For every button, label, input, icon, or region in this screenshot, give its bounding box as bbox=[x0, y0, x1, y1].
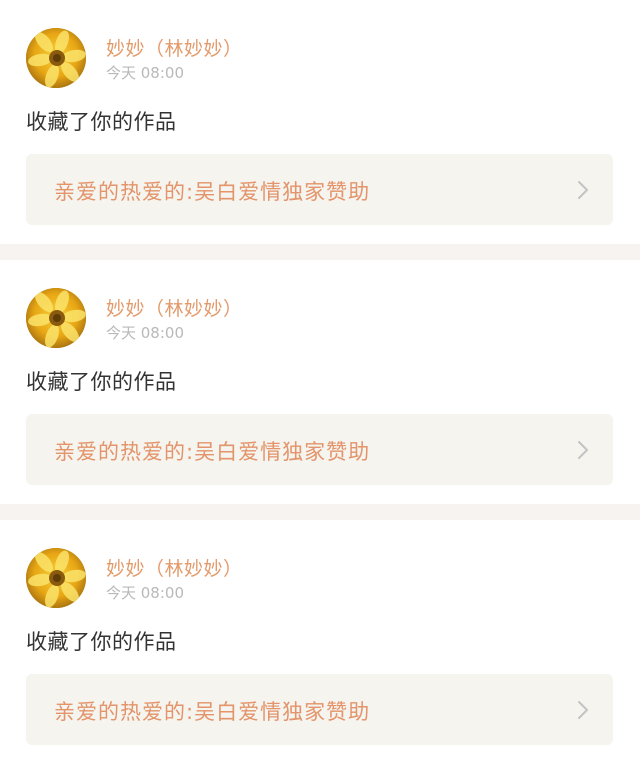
chevron-right-icon bbox=[578, 181, 588, 199]
work-link[interactable]: 亲爱的热爱的:吴白爱情独家赞助 bbox=[26, 154, 613, 225]
notification-feed: 妙妙（林妙妙） 今天 08:00 收藏了你的作品 亲爱的热爱的:吴白爱情独家赞助 bbox=[0, 0, 640, 764]
notification-header: 妙妙（林妙妙） 今天 08:00 bbox=[26, 26, 616, 88]
work-title: 亲爱的热爱的:吴白爱情独家赞助 bbox=[54, 700, 371, 724]
sunflower-avatar-icon[interactable] bbox=[26, 28, 86, 88]
user-name[interactable]: 妙妙（林妙妙） bbox=[106, 294, 243, 321]
notification-card: 妙妙（林妙妙） 今天 08:00 收藏了你的作品 亲爱的热爱的:吴白爱情独家赞助 bbox=[0, 0, 640, 244]
user-name[interactable]: 妙妙（林妙妙） bbox=[106, 34, 243, 61]
work-title: 亲爱的热爱的:吴白爱情独家赞助 bbox=[54, 180, 371, 204]
work-link[interactable]: 亲爱的热爱的:吴白爱情独家赞助 bbox=[26, 414, 613, 485]
notification-card: 妙妙（林妙妙） 今天 08:00 收藏了你的作品 亲爱的热爱的:吴白爱情独家赞助 bbox=[0, 520, 640, 764]
notification-header: 妙妙（林妙妙） 今天 08:00 bbox=[26, 286, 616, 348]
work-link[interactable]: 亲爱的热爱的:吴白爱情独家赞助 bbox=[26, 674, 613, 745]
action-text: 收藏了你的作品 bbox=[26, 110, 177, 134]
user-name[interactable]: 妙妙（林妙妙） bbox=[106, 554, 243, 581]
card-separator bbox=[0, 504, 640, 520]
timestamp: 今天 08:00 bbox=[106, 64, 184, 82]
timestamp: 今天 08:00 bbox=[106, 584, 184, 602]
notification-card: 妙妙（林妙妙） 今天 08:00 收藏了你的作品 亲爱的热爱的:吴白爱情独家赞助 bbox=[0, 260, 640, 504]
work-title: 亲爱的热爱的:吴白爱情独家赞助 bbox=[54, 440, 371, 464]
notification-header: 妙妙（林妙妙） 今天 08:00 bbox=[26, 546, 616, 608]
sunflower-avatar-icon[interactable] bbox=[26, 548, 86, 608]
chevron-right-icon bbox=[578, 441, 588, 459]
sunflower-avatar-icon[interactable] bbox=[26, 288, 86, 348]
action-text: 收藏了你的作品 bbox=[26, 630, 177, 654]
chevron-right-icon bbox=[578, 701, 588, 719]
timestamp: 今天 08:00 bbox=[106, 324, 184, 342]
card-separator bbox=[0, 244, 640, 260]
action-text: 收藏了你的作品 bbox=[26, 370, 177, 394]
